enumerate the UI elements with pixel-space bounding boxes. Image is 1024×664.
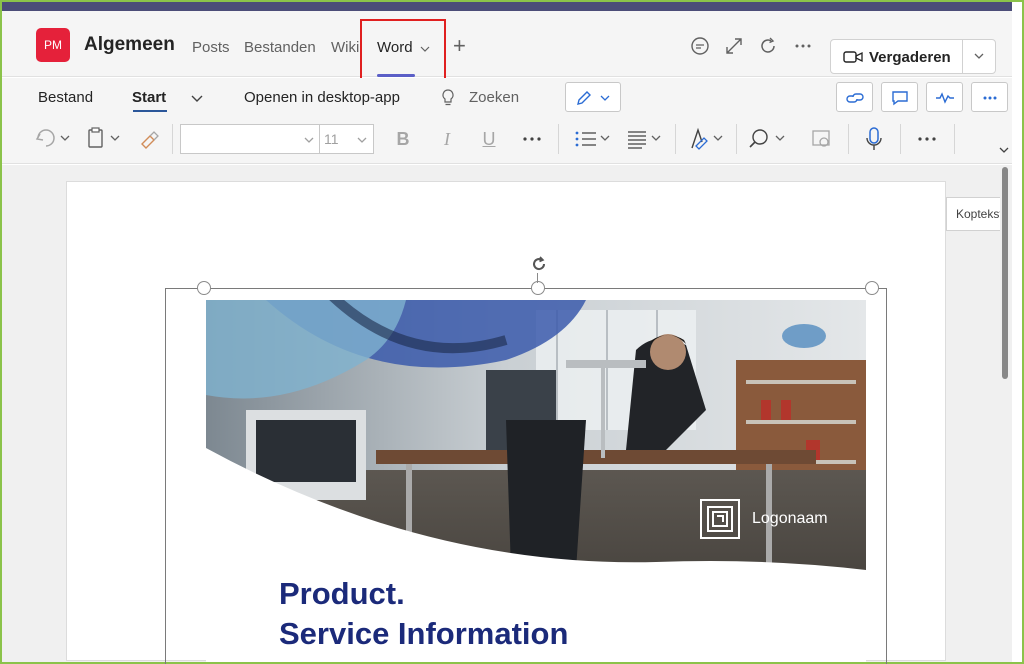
toolbar-separator xyxy=(848,124,849,154)
find-icon[interactable] xyxy=(746,124,790,154)
undo-icon[interactable] xyxy=(32,124,74,154)
rotate-handle-icon[interactable] xyxy=(531,256,547,272)
paste-clipboard-icon[interactable] xyxy=(84,124,126,154)
refresh-icon[interactable] xyxy=(757,35,779,57)
activity-pulse-icon xyxy=(936,92,954,104)
activity-button[interactable] xyxy=(926,82,963,112)
bullet-list-icon[interactable] xyxy=(572,124,616,154)
meet-button[interactable]: Vergaderen xyxy=(830,39,996,74)
tab-files[interactable]: Bestanden xyxy=(244,39,316,56)
resize-handle-top-right[interactable] xyxy=(865,281,879,295)
comment-icon xyxy=(892,91,908,106)
expand-ribbon-chevron-icon[interactable] xyxy=(998,145,1010,155)
tab-posts[interactable]: Posts xyxy=(192,39,230,56)
meet-dropdown-chevron-icon[interactable] xyxy=(972,49,986,63)
font-size-select[interactable]: 11 xyxy=(320,124,374,154)
rotate-handle-stem xyxy=(537,273,538,283)
chat-icon[interactable] xyxy=(689,35,711,57)
toolbar-separator xyxy=(736,124,737,154)
ribbon-active-indicator xyxy=(133,110,167,112)
toolbar-separator xyxy=(954,124,955,154)
font-family-select[interactable] xyxy=(180,124,320,154)
resize-handle-top-center[interactable] xyxy=(531,281,545,295)
editor-review-icon[interactable] xyxy=(808,124,836,154)
toolbar-overflow-icon[interactable] xyxy=(912,124,942,154)
ribbon-tab-file[interactable]: Bestand xyxy=(38,89,93,106)
editing-mode-chevron-icon xyxy=(600,95,610,101)
more-options-icon[interactable] xyxy=(792,35,814,57)
meet-button-divider xyxy=(962,40,963,73)
open-in-desktop-app-button[interactable]: Openen in desktop-app xyxy=(244,89,400,106)
resize-handle-top-left[interactable] xyxy=(197,281,211,295)
document-title-line-2[interactable]: Service Information xyxy=(279,616,568,652)
paragraph-align-icon[interactable] xyxy=(624,124,666,154)
format-painter-icon[interactable] xyxy=(136,124,162,154)
meet-button-label: Vergaderen xyxy=(869,49,951,66)
toolbar-separator xyxy=(900,124,901,154)
word-ribbon: Bestand Start Openen in desktop-app Zoek… xyxy=(2,78,1012,164)
font-size-chevron-icon xyxy=(357,137,367,143)
logo-mark-icon xyxy=(700,499,740,539)
underline-icon[interactable]: U xyxy=(476,124,502,154)
italic-icon[interactable]: I xyxy=(434,124,460,154)
toolbar-separator xyxy=(172,124,173,154)
document-title-line-1[interactable]: Product. xyxy=(279,576,405,612)
font-family-chevron-icon xyxy=(304,137,314,143)
font-size-value: 11 xyxy=(324,131,339,147)
toolbar-separator xyxy=(675,124,676,154)
ribbon-collapse-chevron-icon[interactable] xyxy=(190,91,204,105)
logo-name: Logonaam xyxy=(752,510,828,527)
more-font-options-icon[interactable] xyxy=(518,124,546,154)
dictate-microphone-icon[interactable] xyxy=(860,124,888,154)
ribbon-tab-home[interactable]: Start xyxy=(132,89,166,106)
pencil-icon xyxy=(577,91,591,105)
add-tab-icon[interactable]: + xyxy=(453,33,466,59)
header-tooltip[interactable]: Koptekst xyxy=(946,197,1000,231)
styles-icon[interactable] xyxy=(686,124,728,154)
ribbon-more-button[interactable] xyxy=(971,82,1008,112)
link-icon xyxy=(846,93,864,103)
editing-mode-button[interactable] xyxy=(565,82,621,112)
channel-header: PM Algemeen Posts Bestanden Wiki Word + … xyxy=(2,11,1012,77)
maze-logo-icon xyxy=(707,506,733,532)
vertical-scrollbar[interactable] xyxy=(1000,165,1012,662)
teams-top-bar xyxy=(2,2,1012,11)
bold-icon[interactable]: B xyxy=(390,124,416,154)
toolbar-separator xyxy=(558,124,559,154)
lightbulb-icon xyxy=(442,89,454,106)
share-link-button[interactable] xyxy=(836,82,873,112)
search-tell-me[interactable]: Zoeken xyxy=(469,89,519,106)
tab-wiki[interactable]: Wiki xyxy=(331,39,359,56)
expand-icon[interactable] xyxy=(723,35,745,57)
ellipsis-icon xyxy=(983,96,997,100)
scrollbar-thumb[interactable] xyxy=(1002,167,1008,379)
comments-button[interactable] xyxy=(881,82,918,112)
channel-name: Algemeen xyxy=(84,34,175,55)
video-camera-icon xyxy=(843,51,863,63)
team-avatar[interactable]: PM xyxy=(36,28,70,62)
